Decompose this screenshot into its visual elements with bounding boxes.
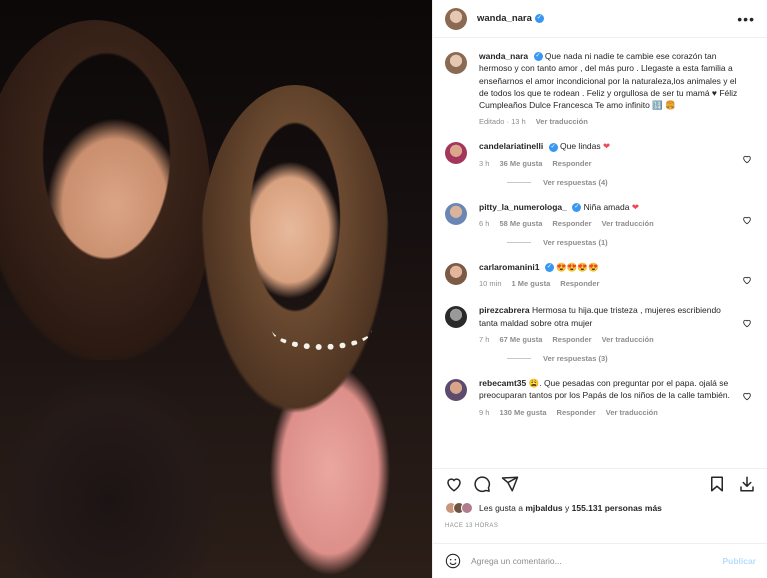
likes-middle: y [565, 503, 570, 513]
comment-time: 3 h [479, 158, 490, 168]
heart-icon[interactable] [742, 215, 752, 225]
comment-text: Que lindas [560, 141, 601, 152]
photo-shirt-print [232, 372, 418, 549]
list-item: candelariatinelli ✓ Que lindas ❤ 3 h 36 … [445, 140, 756, 168]
reply-button[interactable]: Responder [552, 219, 591, 228]
comment-likes[interactable]: 67 Me gusta [499, 335, 542, 344]
comment-username[interactable]: pitty_la_numerologa_ [479, 202, 567, 212]
likes-summary[interactable]: Les gusta a mjbaldus y 155.131 personas … [445, 502, 662, 514]
comment-likes[interactable]: 130 Me gusta [499, 408, 546, 417]
heart-icon[interactable] [742, 391, 752, 401]
comment-time: 6 h [479, 219, 490, 229]
comment-icon[interactable] [473, 475, 491, 493]
caption-time: Editado · 13 h [479, 117, 526, 127]
list-item: pitty_la_numerologa_ ✓ Niña amada ❤ 6 h … [445, 201, 756, 228]
photo-necklace-shape [272, 310, 372, 350]
comment-time: 7 h [479, 334, 490, 344]
avatar[interactable] [445, 263, 467, 286]
verified-badge-icon: ✓ [548, 142, 558, 152]
reply-button[interactable]: Responder [557, 408, 596, 417]
heart-icon[interactable] [742, 154, 752, 164]
comment-emoji: ❤ [603, 141, 611, 152]
comments-list[interactable]: wanda_nara ✓ Que nada ni nadie te cambie… [433, 38, 767, 465]
translate-link[interactable]: Ver traducción [536, 117, 588, 126]
photo-hair-shape [200, 85, 390, 415]
reply-button[interactable]: Responder [552, 335, 591, 344]
avatar[interactable] [445, 52, 467, 74]
view-replies-label: Ver respuestas (1) [543, 238, 608, 248]
smiley-icon[interactable] [445, 553, 461, 569]
comment-likes[interactable]: 36 Me gusta [499, 159, 542, 168]
caption-username[interactable]: wanda_nara [479, 51, 528, 61]
list-item: carlaromanini1 ✓ 😍😍😍😍 10 min 1 Me gusta … [445, 261, 756, 288]
more-horizontal-icon[interactable]: ••• [737, 11, 755, 27]
translate-link[interactable]: Ver traducción [606, 408, 658, 417]
comment-emoji: 😍😍😍😍 [556, 262, 599, 273]
header-username[interactable]: wanda_nara [477, 13, 532, 24]
share-icon[interactable] [501, 475, 519, 493]
download-icon[interactable] [738, 475, 756, 493]
likes-prefix: Les gusta a [479, 503, 523, 513]
comment-composer: Publicar [433, 543, 767, 578]
translate-link[interactable]: Ver traducción [602, 219, 654, 228]
avatar[interactable] [445, 202, 467, 225]
verified-badge-icon: ✓ [544, 263, 554, 273]
list-item: rebecamt35 😩. Que pesadas con preguntar … [445, 377, 756, 417]
photo-hair-shape [0, 20, 210, 360]
comment-input[interactable] [471, 556, 723, 566]
avatar [461, 502, 473, 514]
comment-username[interactable]: pirezcabrera [479, 305, 530, 315]
view-replies-button[interactable]: Ver respuestas (4) [507, 178, 756, 187]
bookmark-icon[interactable] [708, 475, 726, 493]
post-timestamp[interactable]: HACE 13 HORAS [445, 523, 498, 529]
avatar[interactable] [445, 306, 467, 329]
post-actions-bar [433, 468, 767, 498]
post-photo[interactable] [0, 0, 432, 578]
comment-text: Niña amada [583, 201, 630, 212]
heart-icon[interactable] [445, 475, 463, 493]
comment-likes[interactable]: 1 Me gusta [512, 279, 551, 288]
comment-emoji: ❤ [631, 201, 639, 212]
avatar[interactable] [445, 7, 467, 30]
caption: wanda_nara ✓ Que nada ni nadie te cambie… [445, 50, 756, 126]
translate-link[interactable]: Ver traducción [602, 335, 654, 344]
verified-badge-icon: ✓ [534, 14, 544, 23]
likes-user[interactable]: mjbaldus [525, 503, 562, 513]
post-details-panel: wanda_nara ✓ ••• wanda_nara ✓ Que nada n… [432, 0, 767, 578]
avatar[interactable] [445, 142, 467, 165]
comment-time: 9 h [479, 407, 490, 417]
comment-time: 10 min [479, 279, 502, 289]
heart-icon[interactable] [742, 275, 752, 285]
likes-count[interactable]: 155.131 personas más [572, 503, 662, 513]
comment-username[interactable]: candelariatinelli [479, 141, 543, 151]
comment-username[interactable]: carlaromanini1 [479, 262, 539, 272]
post-button[interactable]: Publicar [722, 556, 756, 566]
view-replies-label: Ver respuestas (4) [543, 177, 608, 187]
comment-username[interactable]: rebecamt35 [479, 378, 526, 388]
verified-badge-icon: ✓ [533, 52, 543, 62]
view-replies-label: Ver respuestas (3) [543, 353, 608, 363]
reply-button[interactable]: Responder [560, 279, 599, 288]
heart-icon[interactable] [742, 318, 752, 328]
comment-likes[interactable]: 58 Me gusta [499, 219, 542, 228]
view-replies-button[interactable]: Ver respuestas (1) [507, 238, 756, 247]
reply-button[interactable]: Responder [552, 159, 591, 168]
avatar[interactable] [445, 378, 467, 401]
post-header: wanda_nara ✓ ••• [433, 0, 767, 38]
verified-badge-icon: ✓ [572, 203, 582, 213]
list-item: pirezcabrera Hermosa tu hija.que tristez… [445, 304, 756, 344]
view-replies-button[interactable]: Ver respuestas (3) [507, 354, 756, 363]
